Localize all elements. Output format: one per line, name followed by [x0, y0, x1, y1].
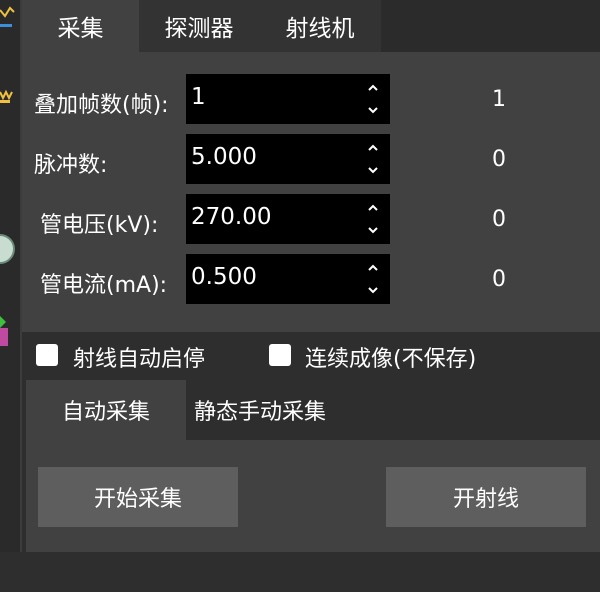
pulse-count-readback: 0 [492, 147, 506, 172]
pulse-count-spinbox[interactable]: 5.000 [186, 134, 390, 184]
frame-count-readback: 1 [492, 87, 506, 112]
spin-arrows-icon[interactable] [366, 200, 380, 238]
auto-ray-label[interactable]: 射线自动启停 [73, 341, 205, 373]
pulse-count-label: 脉冲数: [34, 153, 108, 178]
tab-auto-capture[interactable]: 自动采集 [26, 380, 186, 440]
circle-icon[interactable] [0, 228, 16, 270]
options-row: 射线自动启停 连续成像(不保存) [22, 332, 600, 380]
main-tab-bar: 采集 探测器 射线机 [22, 0, 600, 52]
tab-capture[interactable]: 采集 [22, 0, 139, 52]
auto-ray-checkbox[interactable] [36, 344, 58, 366]
pulse-count-value[interactable]: 5.000 [191, 144, 257, 170]
frame-count-label: 叠加帧数(帧): [34, 93, 169, 118]
spin-arrows-icon[interactable] [366, 80, 380, 118]
frame-count-value[interactable]: 1 [191, 84, 206, 110]
tube-voltage-label: 管电压(kV): [40, 213, 159, 238]
capture-actions-panel: 开始采集 开射线 [26, 440, 600, 552]
tube-voltage-readback: 0 [492, 207, 506, 232]
start-ray-button[interactable]: 开射线 [386, 467, 586, 527]
frame-count-spinbox[interactable]: 1 [186, 74, 390, 124]
chart-icon[interactable] [0, 0, 16, 30]
spin-arrows-icon[interactable] [366, 260, 380, 298]
tube-voltage-spinbox[interactable]: 270.00 [186, 194, 390, 244]
left-toolbar [0, 0, 22, 552]
tube-voltage-value[interactable]: 270.00 [191, 204, 271, 230]
crown-icon[interactable] [0, 88, 16, 112]
package-icon[interactable] [0, 310, 16, 350]
tube-current-spinbox[interactable]: 0.500 [186, 254, 390, 304]
spin-arrows-icon[interactable] [366, 140, 380, 178]
continuous-imaging-label[interactable]: 连续成像(不保存) [305, 341, 476, 373]
parameters-panel: 叠加帧数(帧): 1 1 脉冲数: 5.000 0 管电压(kV): 270.0… [22, 52, 600, 332]
tube-current-value[interactable]: 0.500 [191, 264, 257, 290]
tab-detector[interactable]: 探测器 [139, 0, 259, 52]
tab-xray-machine[interactable]: 射线机 [259, 0, 381, 52]
continuous-imaging-checkbox[interactable] [269, 344, 291, 366]
app-window: 采集 探测器 射线机 叠加帧数(帧): 1 1 脉冲数: 5.000 0 管电压… [0, 0, 600, 592]
start-capture-button[interactable]: 开始采集 [38, 467, 238, 527]
tube-current-readback: 0 [492, 267, 506, 292]
tab-static-manual-capture[interactable]: 静态手动采集 [186, 380, 600, 440]
tube-current-label: 管电流(mA): [40, 273, 168, 298]
